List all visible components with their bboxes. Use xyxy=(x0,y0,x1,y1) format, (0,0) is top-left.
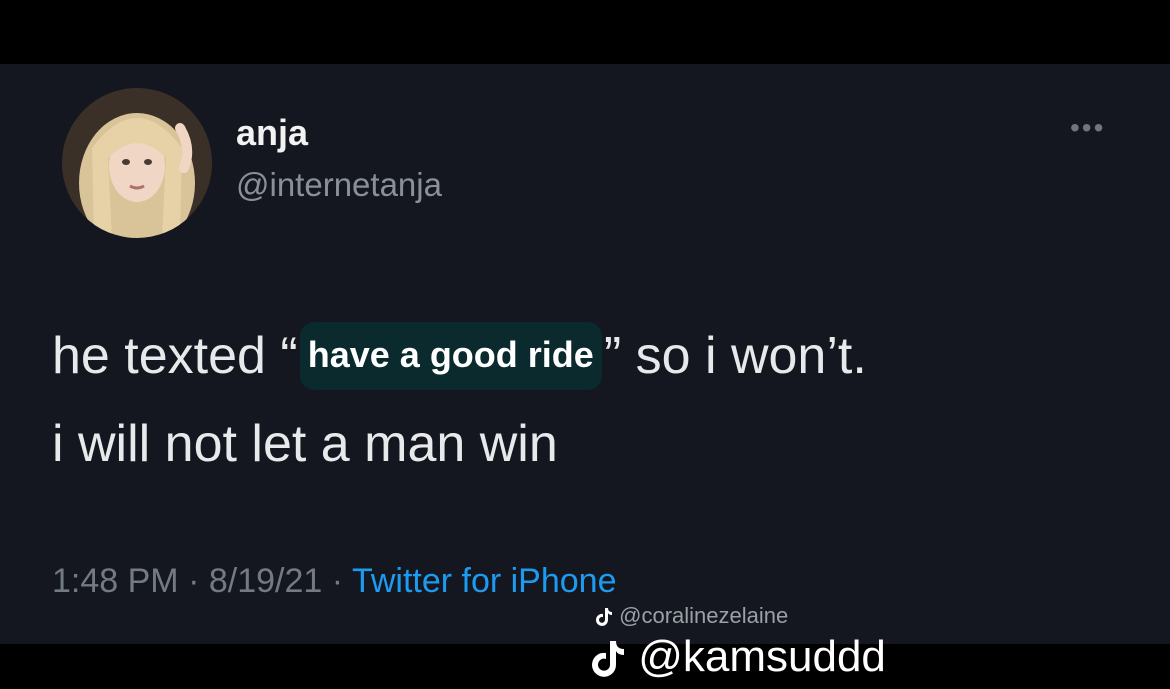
meta-separator: · xyxy=(331,562,344,600)
screenshot-frame: anja @internetanja ••• he texted “have a… xyxy=(0,0,1170,689)
watermark-large: @kamsuddd xyxy=(590,632,886,682)
open-quote: “ xyxy=(280,327,298,385)
close-quote: ” xyxy=(603,327,622,385)
watermark-large-text: @kamsuddd xyxy=(638,632,886,681)
tweet-date[interactable]: 8/19/21 xyxy=(209,562,322,600)
tweet-text-prefix: he texted xyxy=(52,327,266,385)
tweet-metadata: 1:48 PM · 8/19/21 · Twitter for iPhone xyxy=(52,562,617,601)
tweet-text-suffix: so i won’t. xyxy=(635,327,867,385)
user-handle[interactable]: @internetanja xyxy=(236,166,442,204)
tweet-text-line-1: he texted “have a good ride” so i won’t. xyxy=(52,322,867,390)
avatar-image xyxy=(62,88,212,238)
highlighted-phrase: have a good ride xyxy=(299,322,602,390)
tiktok-icon xyxy=(596,608,612,627)
tweet-text-line-2: i will not let a man win xyxy=(52,415,558,473)
bottom-bar xyxy=(0,644,1170,689)
tweet-source-link[interactable]: Twitter for iPhone xyxy=(352,562,617,600)
tiktok-icon xyxy=(592,641,624,678)
meta-separator: · xyxy=(188,562,200,600)
watermark-small: @coralinezelaine xyxy=(595,603,788,629)
avatar[interactable] xyxy=(62,88,212,238)
display-name[interactable]: anja xyxy=(236,112,308,154)
watermark-small-text: @coralinezelaine xyxy=(619,603,789,628)
more-horizontal-icon[interactable]: ••• xyxy=(1070,112,1105,144)
tweet-time[interactable]: 1:48 PM xyxy=(52,562,179,600)
